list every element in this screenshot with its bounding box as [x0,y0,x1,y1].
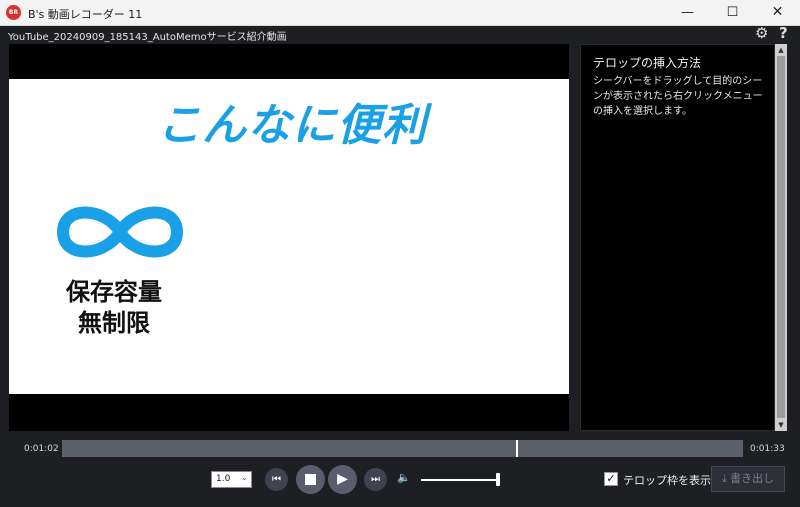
volume-icon[interactable]: 🔈 [397,471,411,484]
show-telop-checkbox[interactable]: ✓ [604,472,618,486]
window-title: B's 動画レコーダー 11 [28,8,143,21]
speed-value: 1.0 [216,474,231,484]
help-icon[interactable]: ? [779,24,788,42]
playback-speed-select[interactable]: 1.0 ⌄ [211,471,252,488]
current-time: 0:01:02 [24,444,59,454]
app-window: BR B's 動画レコーダー 11 — ☐ ✕ YouTube_20240909… [0,0,800,507]
seek-position-marker[interactable] [516,440,518,457]
gear-icon[interactable]: ⚙ [755,24,768,42]
infinity-shape [57,206,183,258]
app-logo-icon: BR [6,5,21,20]
minimize-button[interactable]: — [665,0,710,25]
chevron-down-icon: ⌄ [241,473,248,482]
export-button[interactable]: ⤓ 書き出し [711,466,785,492]
volume-thumb[interactable] [496,473,500,486]
file-name: YouTube_20240909_185143_AutoMemoサービス紹介動画 [8,32,287,43]
total-time: 0:01:33 [750,444,785,454]
show-telop-label[interactable]: テロップ枠を表示 [623,472,711,488]
scroll-down-icon[interactable]: ▼ [775,420,787,430]
skip-forward-button[interactable]: ⏭ [364,468,387,491]
panel-title: テロップの挿入方法 [593,56,702,70]
scroll-up-icon[interactable]: ▲ [775,45,787,55]
skip-back-button[interactable]: ⏮ [265,468,288,491]
video-frame: こんなに便利 保存容量 無制限 [9,79,569,394]
storage-line-1: 保存容量 [66,278,162,306]
seek-bar[interactable] [62,440,743,457]
video-headline: こんなに便利 [157,100,427,151]
volume-fill [421,479,498,481]
panel-scrollbar[interactable]: ▲ ▼ [775,44,787,431]
storage-caption: 保存容量 無制限 [54,277,174,339]
stop-icon [305,474,316,485]
play-icon: ▶ [337,471,348,487]
volume-slider[interactable] [421,473,500,486]
video-preview[interactable]: こんなに便利 保存容量 無制限 [9,44,569,431]
skip-forward-icon: ⏭ [371,474,380,485]
title-bar: BR B's 動画レコーダー 11 — ☐ ✕ [0,0,800,26]
play-button[interactable]: ▶ [328,465,357,494]
telop-help-panel: テロップの挿入方法 シークバーをドラッグして目的のシーンが表示されたら右クリック… [580,44,775,431]
skip-back-icon: ⏮ [272,474,281,485]
panel-body: シークバーをドラッグして目的のシーンが表示されたら右クリックメニューの挿入を選択… [593,76,763,117]
file-info-bar: YouTube_20240909_185143_AutoMemoサービス紹介動画… [0,24,800,43]
maximize-button[interactable]: ☐ [710,0,755,25]
close-button[interactable]: ✕ [755,0,800,25]
stop-button[interactable] [296,465,325,494]
scroll-thumb[interactable] [777,56,785,418]
storage-line-2: 無制限 [78,309,150,337]
infinity-icon [57,206,183,258]
